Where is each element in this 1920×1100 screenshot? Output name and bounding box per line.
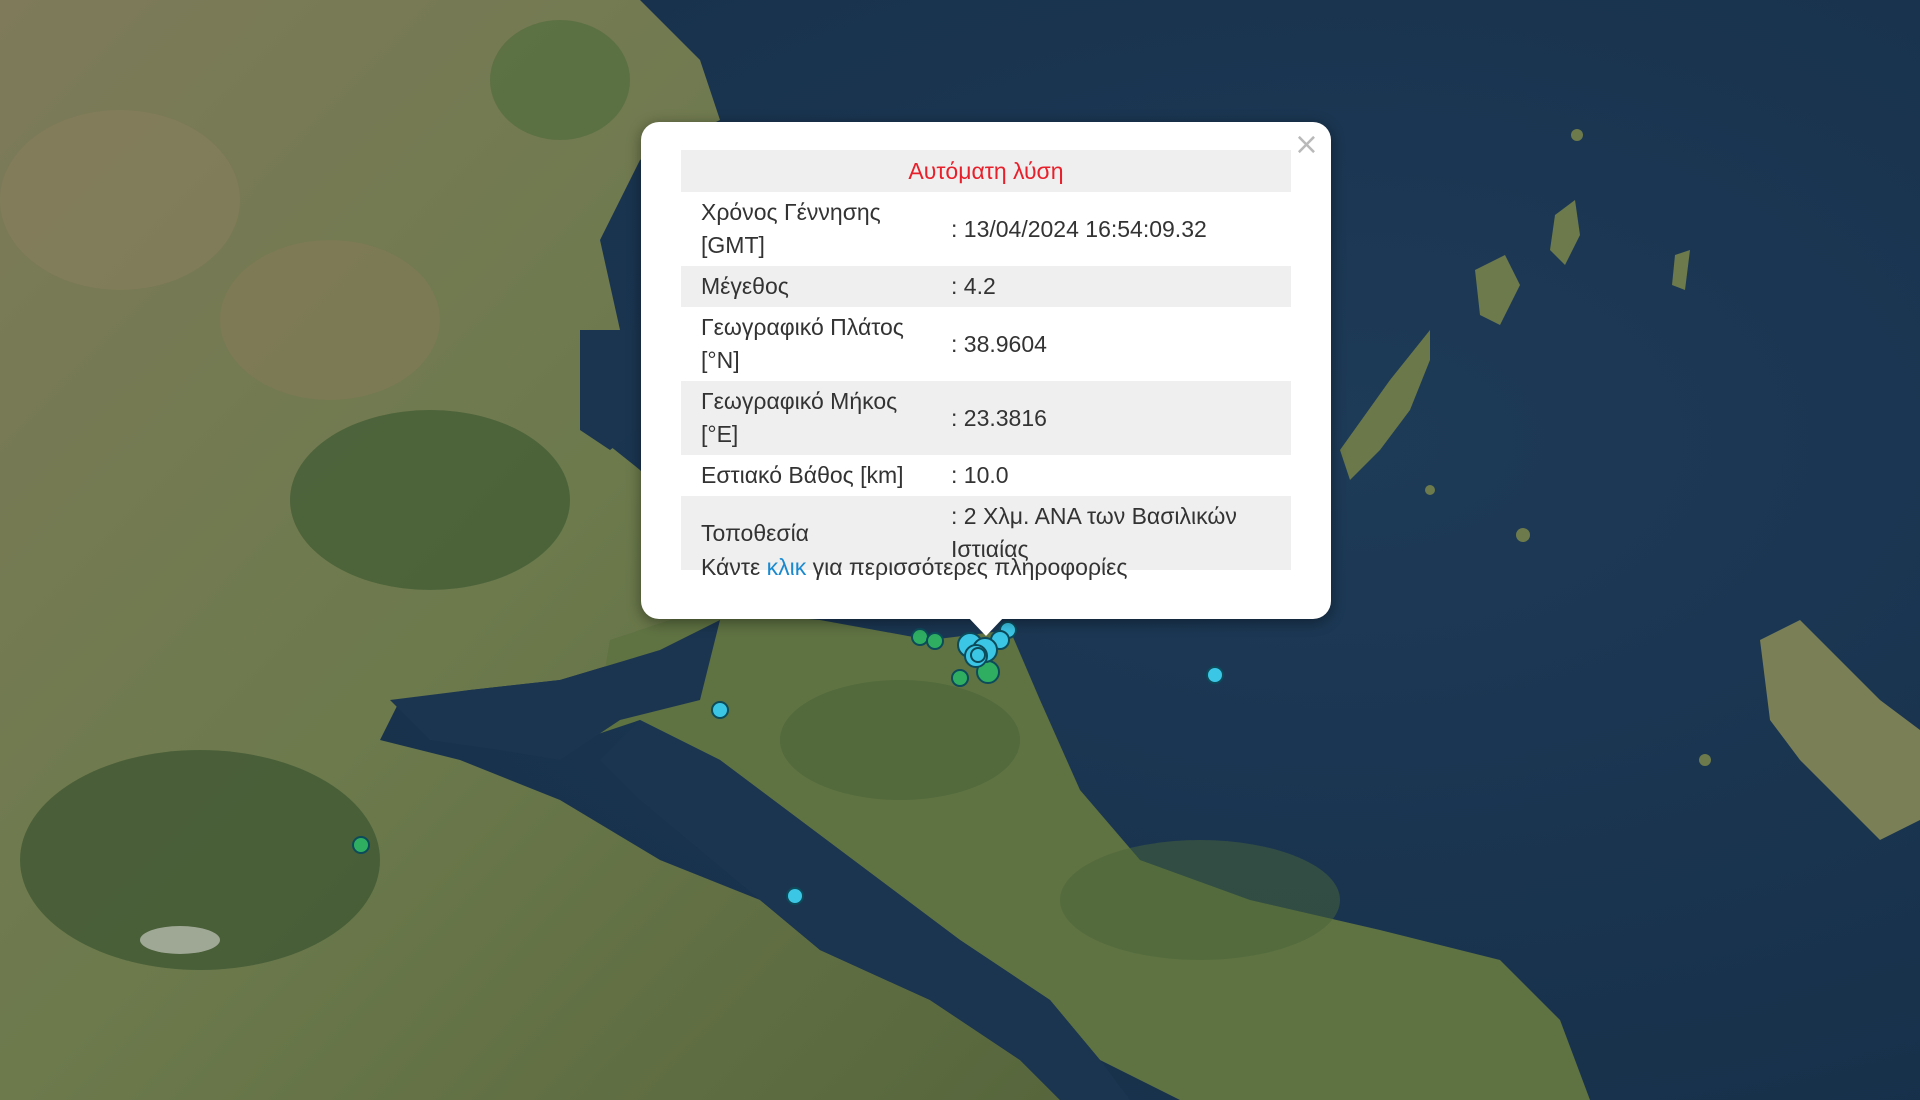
islet	[1425, 485, 1435, 495]
forest-patch	[1060, 840, 1340, 960]
latitude-row: Γεωγραφικό Πλάτος [°N] : 38.9604	[681, 307, 1291, 381]
forest-patch	[490, 20, 630, 140]
earthquake-marker[interactable]	[926, 632, 944, 650]
close-icon[interactable]: ×	[1294, 130, 1319, 160]
magnitude-value: : 4.2	[951, 266, 1291, 307]
earthquake-marker[interactable]	[911, 628, 929, 646]
islet	[1516, 528, 1530, 542]
popup-title-row: Αυτόματη λύση	[681, 150, 1291, 192]
more-info-prefix: Κάντε	[701, 554, 767, 580]
forest-patch	[290, 410, 570, 590]
origin-time-row: Χρόνος Γέννησης [GMT] : 13/04/2024 16:54…	[681, 192, 1291, 266]
latitude-label: Γεωγραφικό Πλάτος [°N]	[701, 314, 904, 373]
longitude-value: : 23.3816	[951, 381, 1291, 455]
more-info-line: Κάντε κλικ για περισσότερες πληροφορίες	[701, 552, 1128, 582]
islet	[1699, 754, 1711, 766]
earthquake-marker[interactable]	[1206, 666, 1224, 684]
terrain-patch	[220, 240, 440, 400]
depth-value: : 10.0	[951, 462, 1009, 488]
longitude-row: Γεωγραφικό Μήκος [°E] : 23.3816	[681, 381, 1291, 455]
latitude-value: : 38.9604	[951, 330, 1047, 357]
origin-time-value: : 13/04/2024 16:54:09.32	[951, 215, 1207, 242]
popup-tip	[967, 616, 1005, 636]
terrain-patch	[0, 110, 240, 290]
earthquake-marker[interactable]	[951, 669, 969, 687]
more-info-suffix: για περισσότερες πληροφορίες	[806, 554, 1128, 580]
depth-row: Εστιακό Βάθος [km] : 10.0	[681, 455, 1291, 496]
earthquake-marker-selected[interactable]	[970, 647, 986, 663]
magnitude-label: Μέγεθος	[681, 266, 951, 307]
earthquake-details-table: Αυτόματη λύση Χρόνος Γέννησης [GMT] : 13…	[681, 150, 1291, 570]
earthquake-marker[interactable]	[711, 701, 729, 719]
popup-title: Αυτόματη λύση	[681, 150, 1291, 192]
earthquake-info-popup: × Αυτόματη λύση Χρόνος Γέννησης [GMT] : …	[641, 122, 1331, 619]
earthquake-marker[interactable]	[352, 836, 370, 854]
forest-patch	[780, 680, 1020, 800]
earthquake-marker[interactable]	[786, 887, 804, 905]
longitude-label: Γεωγραφικό Μήκος [°E]	[681, 381, 951, 455]
depth-label: Εστιακό Βάθος [km]	[701, 462, 904, 488]
snow-patch	[140, 926, 220, 954]
islet	[1571, 129, 1583, 141]
magnitude-row: Μέγεθος : 4.2	[681, 266, 1291, 307]
more-info-link[interactable]: κλικ	[767, 554, 807, 580]
origin-time-label: Χρόνος Γέννησης [GMT]	[701, 199, 881, 258]
